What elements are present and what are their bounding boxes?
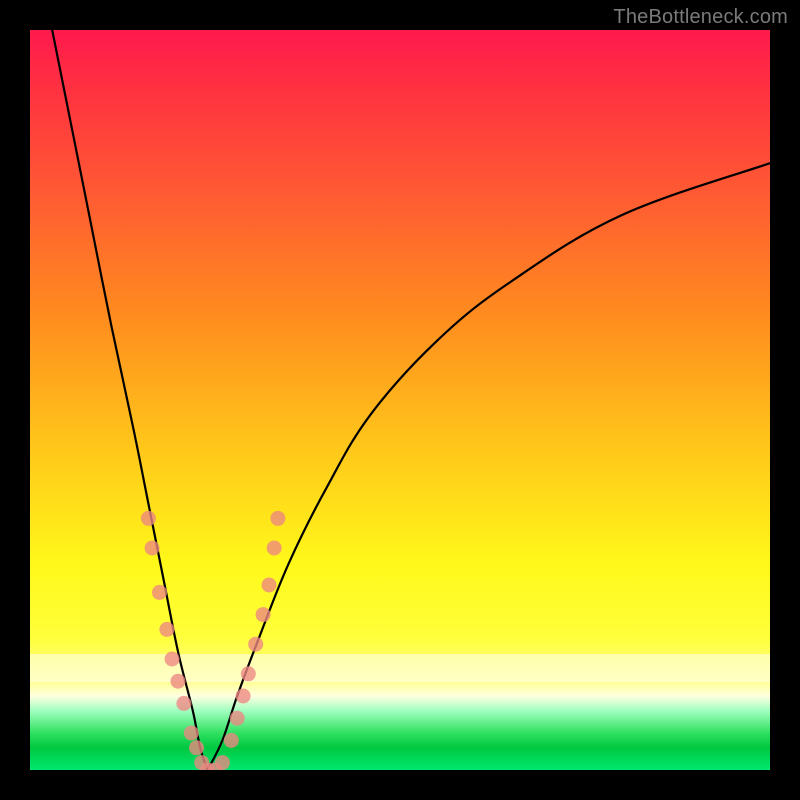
curve-right-branch xyxy=(208,163,770,770)
outer-frame: TheBottleneck.com xyxy=(0,0,800,800)
data-point xyxy=(145,541,160,556)
data-point xyxy=(236,689,251,704)
data-point xyxy=(224,733,239,748)
data-point xyxy=(248,637,263,652)
data-point xyxy=(230,711,245,726)
data-point xyxy=(184,726,199,741)
data-point xyxy=(141,511,156,526)
data-point xyxy=(152,585,167,600)
data-point xyxy=(241,666,256,681)
watermark-text: TheBottleneck.com xyxy=(613,6,788,29)
data-point xyxy=(262,578,277,593)
curve-group xyxy=(52,30,770,770)
data-point xyxy=(171,674,186,689)
chart-svg xyxy=(30,30,770,770)
data-point xyxy=(256,607,271,622)
curve-left-branch xyxy=(52,30,207,770)
data-point xyxy=(215,755,230,770)
plot-area xyxy=(30,30,770,770)
data-points-group xyxy=(141,511,286,770)
data-point xyxy=(176,696,191,711)
data-point xyxy=(159,622,174,637)
data-point xyxy=(270,511,285,526)
data-point xyxy=(165,652,180,667)
data-point xyxy=(189,740,204,755)
data-point xyxy=(267,541,282,556)
